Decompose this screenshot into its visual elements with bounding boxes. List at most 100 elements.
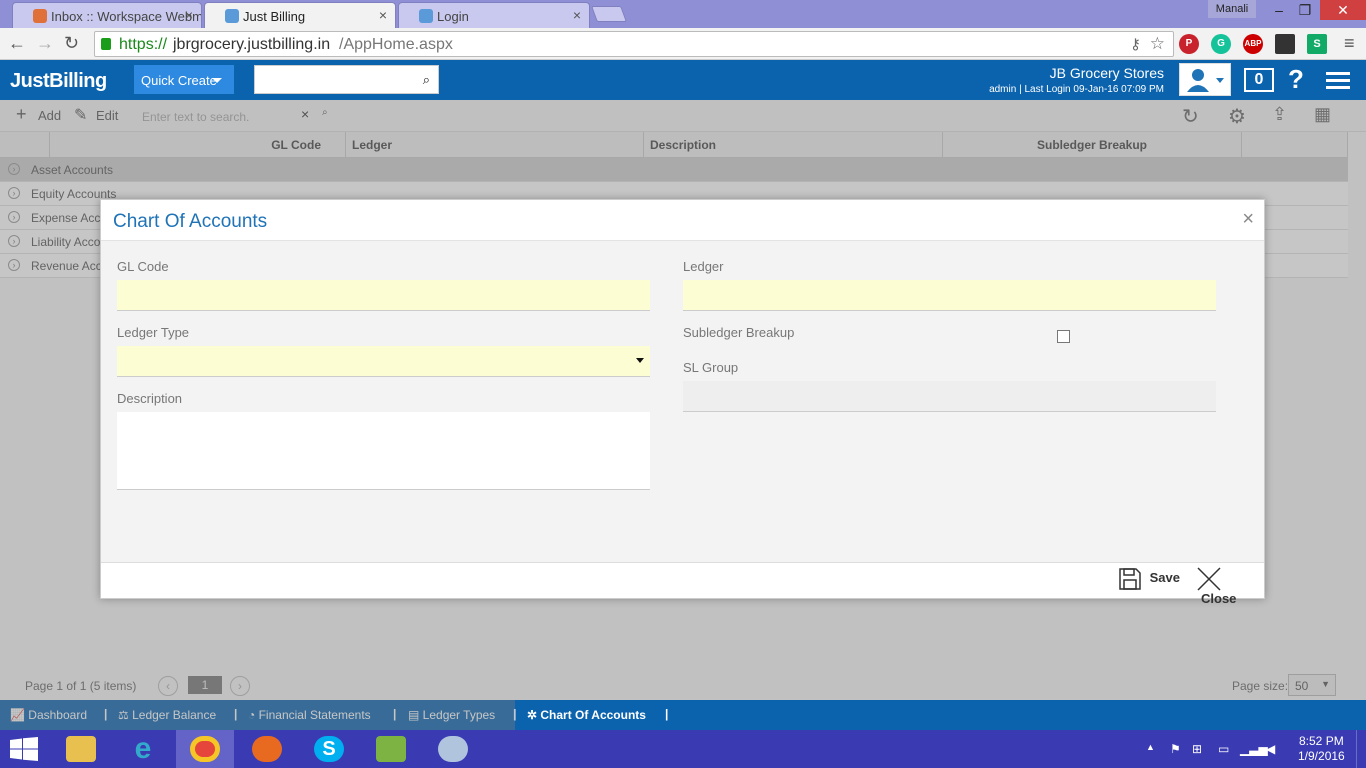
nav-chart-of-accounts[interactable]: ✲ Chart Of Accounts xyxy=(527,708,646,722)
browser-tab-strip: Inbox :: Workspace Webm × Just Billing ×… xyxy=(0,0,1366,28)
dialog-close-icon[interactable]: × xyxy=(1242,208,1254,231)
url-scheme: https:// xyxy=(119,36,168,53)
chrome-menu-icon[interactable]: ≡ xyxy=(1344,33,1355,54)
tray-chevron-up-icon[interactable]: ▲ xyxy=(1146,742,1155,752)
firefox-icon xyxy=(252,736,282,762)
tab-title: Just Billing xyxy=(243,9,306,24)
restore-icon[interactable]: ❐ xyxy=(1288,0,1322,20)
clock-date: 1/9/2016 xyxy=(1298,749,1345,763)
user-menu-button[interactable] xyxy=(1179,63,1231,96)
clock-time: 8:52 PM xyxy=(1299,734,1344,748)
sl-group-label: SL Group xyxy=(683,360,739,375)
bottom-nav: 📈 Dashboard | ⚖ Ledger Balance | ◔ Finan… xyxy=(0,700,1366,730)
tab-title: Inbox :: Workspace Webm xyxy=(51,9,202,24)
back-arrow-icon[interactable]: ← xyxy=(8,33,26,53)
bottom-nav-dim xyxy=(0,700,515,730)
tab-close-icon[interactable]: × xyxy=(573,7,581,23)
hierarchy-icon: ✲ xyxy=(527,708,541,722)
browser-toolbar: ← → ↻ https:// jbrgrocery.justbilling.in… xyxy=(0,28,1366,60)
subledger-breakup-label: Subledger Breakup xyxy=(683,325,795,340)
forward-arrow-icon[interactable]: → xyxy=(36,33,54,53)
network-signal-icon[interactable]: ▁▃▅ xyxy=(1240,742,1268,756)
store-name: JB Grocery Stores xyxy=(1049,65,1164,81)
taskbar-firefox[interactable] xyxy=(238,730,296,768)
gl-code-label: GL Code xyxy=(117,259,169,274)
tab-login[interactable]: Login × xyxy=(398,2,590,28)
ledger-label: Ledger xyxy=(683,259,724,274)
chart-of-accounts-dialog: Chart Of Accounts × GL Code Ledger Ledge… xyxy=(100,199,1265,606)
window-profile-name[interactable]: Manali xyxy=(1208,0,1256,18)
description-label: Description xyxy=(117,391,183,406)
app-icon xyxy=(376,736,406,762)
header-search-input[interactable]: ⌕ xyxy=(254,65,439,94)
bookmark-star-icon[interactable]: ☆ xyxy=(1150,34,1165,54)
nav-label: Chart Of Accounts xyxy=(540,708,646,722)
address-bar[interactable]: https:// jbrgrocery.justbilling.in /AppH… xyxy=(94,31,1174,57)
sl-group-field[interactable] xyxy=(683,381,1216,412)
save-button[interactable]: Save xyxy=(1118,567,1180,591)
folder-icon xyxy=(66,736,96,762)
windows-taskbar: e S ▲ ⚑ ⊞ ▭ ▁▃▅ ◀ 8:52 PM 1/9/2016 xyxy=(0,730,1366,768)
ledger-field[interactable] xyxy=(683,280,1216,311)
taskbar-internet-explorer[interactable]: e xyxy=(114,730,172,768)
url-path: /AppHome.aspx xyxy=(339,36,453,53)
taskbar-paint[interactable] xyxy=(424,730,482,768)
paint-icon xyxy=(438,736,468,762)
chrome-icon xyxy=(190,736,220,762)
tab-inbox[interactable]: Inbox :: Workspace Webm × xyxy=(12,2,202,28)
justbilling-logo[interactable]: JustBilling xyxy=(10,70,107,93)
taskbar-clock[interactable]: 8:52 PM 1/9/2016 xyxy=(1298,734,1345,764)
dialog-title: Chart Of Accounts xyxy=(113,211,268,232)
gl-code-field[interactable] xyxy=(117,280,650,311)
action-center-flag-icon[interactable]: ⚑ xyxy=(1170,742,1181,756)
close-button[interactable]: Close xyxy=(1197,567,1264,606)
new-tab-button[interactable] xyxy=(591,6,627,22)
user-avatar-icon xyxy=(1187,69,1224,92)
quick-create-label: Quick Create xyxy=(141,73,217,88)
tab-just-billing[interactable]: Just Billing × xyxy=(204,2,396,28)
ledger-type-select[interactable] xyxy=(117,346,650,377)
internet-explorer-icon: e xyxy=(134,732,152,765)
key-icon[interactable]: ⚷ xyxy=(1130,35,1141,53)
subledger-breakup-checkbox[interactable] xyxy=(1057,330,1070,343)
last-login-info: admin | Last Login 09-Jan-16 07:09 PM xyxy=(989,84,1164,95)
save-label: Save xyxy=(1149,570,1180,586)
dialog-footer: Save Close xyxy=(101,562,1264,606)
pinterest-icon[interactable]: P xyxy=(1179,34,1199,54)
windows-tray-icon[interactable]: ⊞ xyxy=(1192,742,1202,756)
skype-new-icon[interactable]: S xyxy=(1307,34,1327,54)
quick-create-button[interactable]: Quick Create xyxy=(134,65,234,94)
floppy-disk-icon xyxy=(1119,568,1141,590)
close-label: Close xyxy=(1201,591,1237,606)
skype-icon: S xyxy=(314,736,344,762)
display-icon[interactable]: ▭ xyxy=(1218,742,1229,756)
ledger-type-label: Ledger Type xyxy=(117,325,190,340)
dialog-header: Chart Of Accounts × xyxy=(101,200,1264,241)
justbilling-favicon-icon xyxy=(225,9,239,23)
hamburger-menu-icon[interactable] xyxy=(1326,72,1350,93)
windows-start-icon[interactable] xyxy=(10,737,38,761)
help-icon[interactable]: ? xyxy=(1288,64,1304,95)
show-desktop-button[interactable] xyxy=(1356,730,1366,768)
taskbar-skype[interactable]: S xyxy=(300,730,358,768)
taskbar-file-explorer[interactable] xyxy=(52,730,110,768)
tab-close-icon[interactable]: × xyxy=(185,7,193,23)
taskbar-chrome[interactable] xyxy=(176,730,234,768)
webmail-favicon-icon xyxy=(33,9,47,23)
notifications-badge[interactable]: 0 xyxy=(1244,68,1274,92)
dropdown-arrow-icon[interactable] xyxy=(636,358,644,363)
tab-close-icon[interactable]: × xyxy=(379,7,387,23)
filmstrip-icon[interactable] xyxy=(1275,34,1295,54)
window-close-icon[interactable]: ✕ xyxy=(1320,0,1366,20)
search-icon[interactable]: ⌕ xyxy=(423,72,430,88)
grammarly-icon[interactable]: G xyxy=(1211,34,1231,54)
reload-icon[interactable]: ↻ xyxy=(64,33,79,53)
caret-down-icon xyxy=(212,78,222,83)
volume-icon[interactable]: ◀ xyxy=(1266,742,1275,756)
url-host: jbrgrocery.justbilling.in xyxy=(173,36,331,53)
tab-title: Login xyxy=(437,9,469,24)
adblock-plus-icon[interactable]: ABP xyxy=(1243,34,1263,54)
taskbar-app-green[interactable] xyxy=(362,730,420,768)
description-field[interactable] xyxy=(117,412,650,490)
close-x-icon xyxy=(1197,567,1221,591)
